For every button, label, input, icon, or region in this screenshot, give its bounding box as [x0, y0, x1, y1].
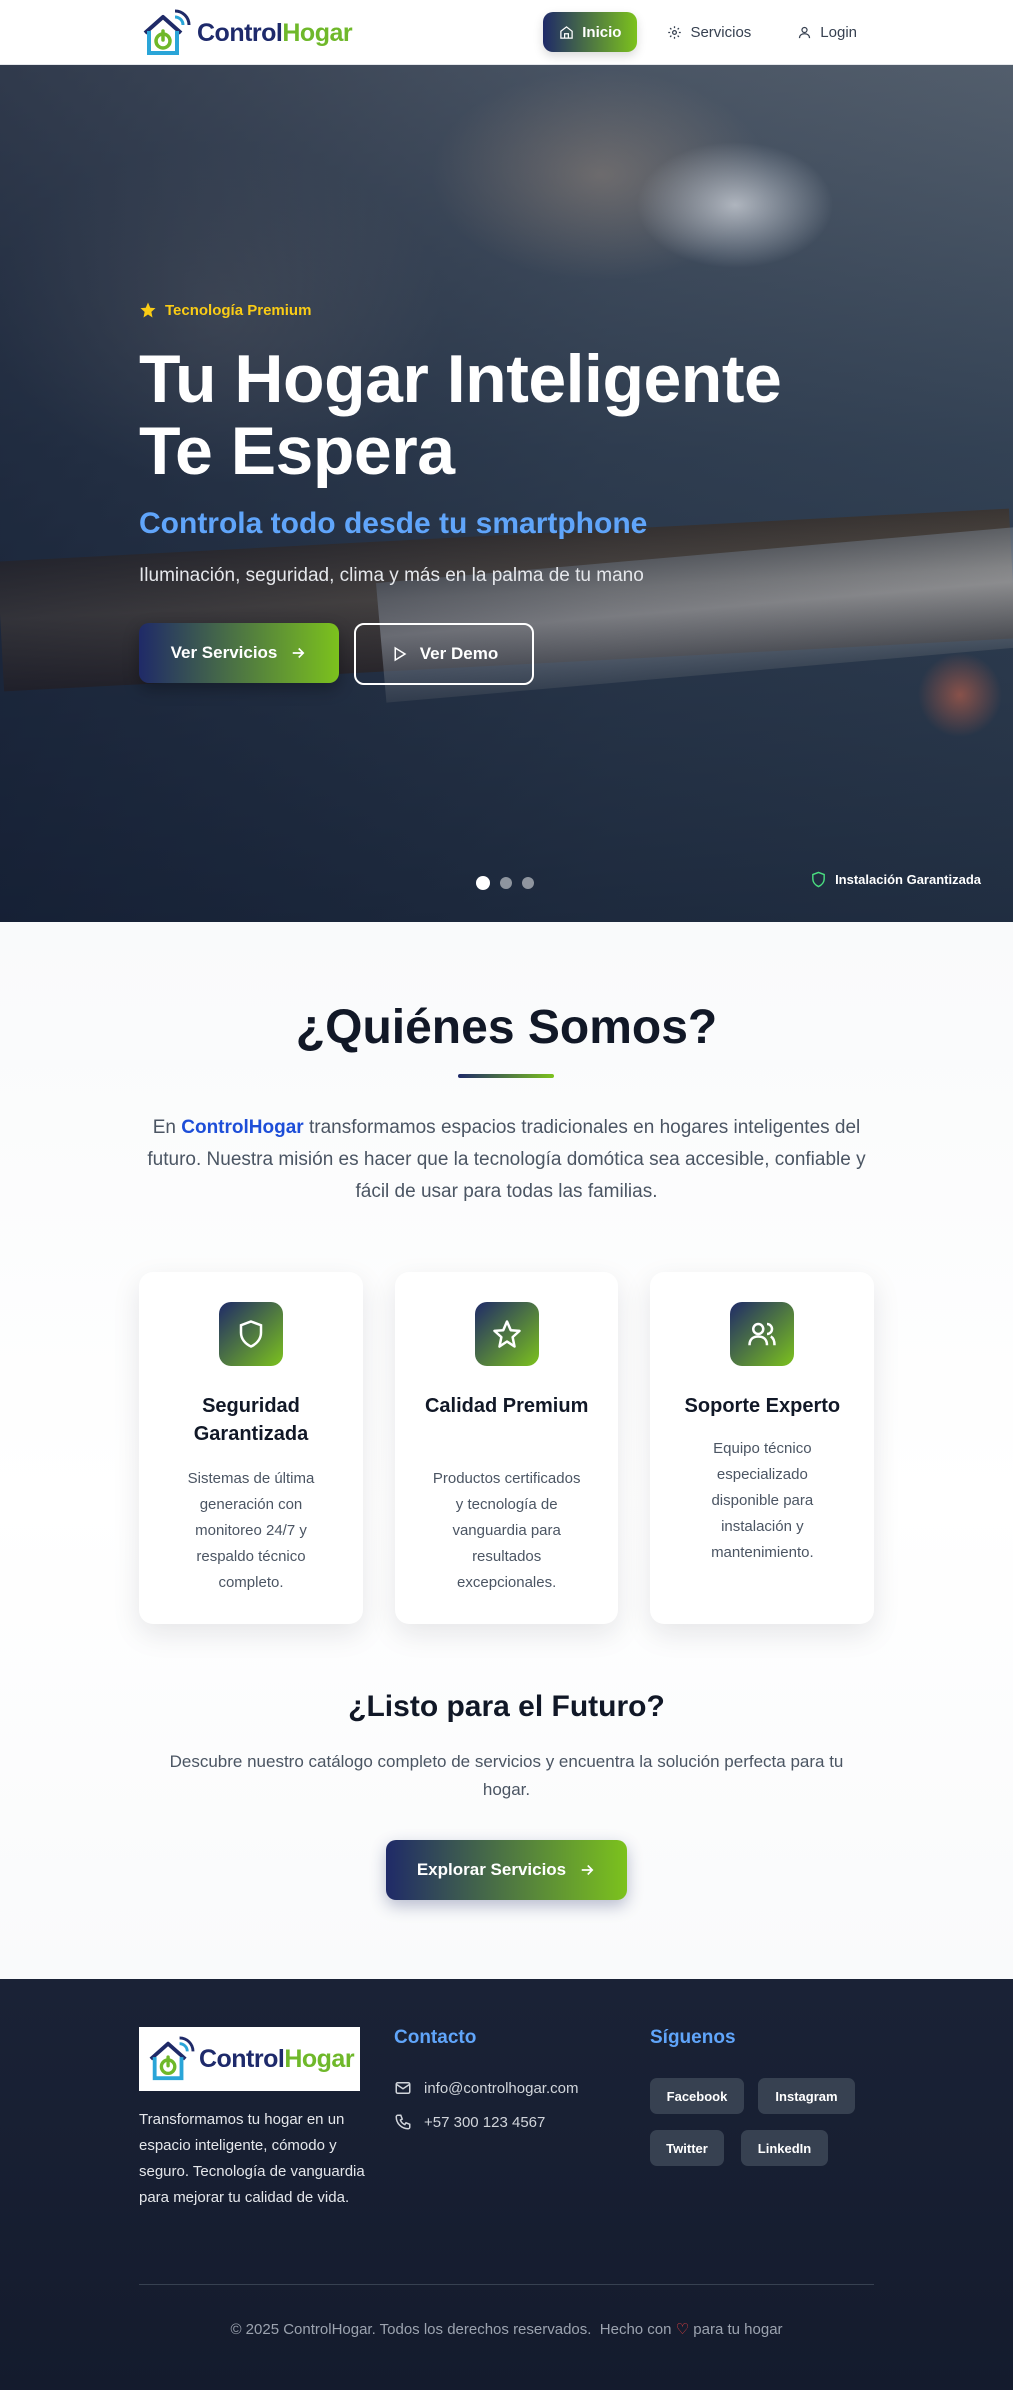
feature-card-support: Soporte Experto Equipo técnico especiali…: [650, 1272, 875, 1624]
footer-logo[interactable]: ControlHogar: [139, 2027, 360, 2091]
star-icon: [140, 302, 156, 318]
social-twitter-button[interactable]: Twitter: [650, 2130, 724, 2166]
shield-icon: [239, 1320, 263, 1348]
nav-link-inicio[interactable]: Inicio: [543, 12, 638, 52]
about-text: En ControlHogar transformamos espacios t…: [139, 1112, 874, 1208]
hero-section: Tecnología Premium Tu Hogar Inteligente …: [0, 65, 1013, 922]
users-icon: [748, 1322, 777, 1346]
button-label: Explorar Servicios: [416, 1860, 567, 1879]
nav-link-label: Inicio: [582, 23, 622, 41]
card-title: Soporte Experto: [684, 1395, 841, 1417]
heart-icon: ♡: [675, 2321, 690, 2338]
nav-link-login[interactable]: Login: [781, 12, 873, 52]
footer-divider: [139, 2284, 874, 2285]
contact-phone[interactable]: +57 300 123 4567: [394, 2113, 545, 2131]
nav-links: Inicio Servicios Login: [543, 12, 873, 52]
user-icon: [799, 26, 811, 38]
carousel-dot-1[interactable]: [476, 876, 490, 890]
social-linkedin-button[interactable]: LinkedIn: [741, 2130, 828, 2166]
social-instagram-button[interactable]: Instagram: [758, 2078, 855, 2114]
title-underline: [458, 1074, 554, 1078]
brand-name: ControlHogar: [198, 2044, 355, 2073]
hero-description: Iluminación, seguridad, clima y más en l…: [139, 565, 644, 586]
premium-badge: Tecnología Premium: [139, 301, 311, 319]
email-text: info@controlhogar.com: [424, 2079, 579, 2097]
nav-link-servicios[interactable]: Servicios: [651, 12, 767, 52]
phone-icon: [395, 2114, 411, 2130]
card-icon-badge: [730, 1302, 795, 1366]
made-with-text: Hecho con: [599, 2321, 672, 2338]
nav-link-label: Servicios: [690, 23, 752, 41]
card-icon-badge: [219, 1302, 283, 1366]
footer-copyright: © 2025 ControlHogar. Todos los derechos …: [0, 2320, 1013, 2338]
about-brand: ControlHogar: [181, 1117, 304, 1138]
carousel-dot-3[interactable]: [522, 877, 534, 889]
card-description: Equipo técnico especializado disponible …: [711, 1440, 814, 1561]
copyright-text: © 2025 ControlHogar. Todos los derechos …: [230, 2321, 592, 2338]
about-title: ¿Quiénes Somos?: [295, 1001, 718, 1054]
about-text-prefix: En: [152, 1117, 182, 1138]
explorar-servicios-button[interactable]: Explorar Servicios: [386, 1840, 627, 1900]
contact-email[interactable]: info@controlhogar.com: [394, 2079, 578, 2097]
card-title: Seguridad Garantizada: [193, 1395, 309, 1445]
smart-home-logo-icon: [149, 2036, 195, 2081]
card-description: Productos certificados y tecnología de v…: [432, 1470, 581, 1591]
about-section: ¿Quiénes Somos? En ControlHogar transfor…: [0, 922, 1013, 1979]
feature-card-security: Seguridad Garantizada Sistemas de última…: [139, 1272, 363, 1624]
arrow-right-icon: [293, 647, 305, 659]
hero-subtitle: Controla todo desde tu smartphone: [139, 507, 648, 540]
gear-icon: [668, 25, 682, 39]
smart-home-logo-icon: [143, 9, 191, 55]
mail-icon: [395, 2082, 411, 2094]
shield-icon: [812, 871, 825, 888]
guarantee-label: Instalación Garantizada: [835, 872, 981, 887]
social-facebook-button[interactable]: Facebook: [650, 2078, 744, 2114]
hero-title: Tu Hogar Inteligente Te Espera: [139, 343, 899, 487]
button-label: Ver Servicios: [170, 643, 278, 662]
footer-about: Transformamos tu hogar en un espacio int…: [139, 2111, 365, 2206]
hero-title-line2: Te Espera: [139, 413, 455, 489]
play-icon: [394, 646, 407, 662]
cta-text: Descubre nuestro catálogo completo de se…: [169, 1752, 844, 1799]
brand-logo[interactable]: ControlHogar: [139, 8, 353, 58]
badge-label: Tecnología Premium: [165, 301, 312, 319]
social-heading: Síguenos: [650, 2027, 736, 2048]
footer: ControlHogar Transformamos tu hogar en u…: [0, 1979, 1013, 2390]
cta-title: ¿Listo para el Futuro?: [348, 1690, 665, 1723]
star-icon: [492, 1320, 521, 1348]
arrow-right-icon: [581, 1864, 594, 1876]
carousel-dots: [476, 876, 534, 890]
carousel-dot-2[interactable]: [500, 877, 512, 889]
phone-text: +57 300 123 4567: [424, 2113, 546, 2131]
contact-heading: Contacto: [394, 2027, 477, 2048]
home-icon: [560, 25, 574, 39]
card-title: Calidad Premium: [424, 1395, 589, 1417]
feature-cards: Seguridad Garantizada Sistemas de última…: [139, 1272, 875, 1624]
feature-card-quality: Calidad Premium Productos certificados y…: [394, 1272, 619, 1624]
nav-link-label: Login: [820, 23, 857, 41]
navbar: ControlHogar Inicio Servicios Login: [0, 0, 1013, 65]
made-for-text: para tu hogar: [693, 2321, 783, 2338]
card-icon-badge: [474, 1302, 539, 1366]
button-label: Ver Demo: [419, 644, 499, 663]
ver-servicios-button[interactable]: Ver Servicios: [139, 623, 339, 683]
hero-overlay: [0, 65, 1013, 922]
brand-name: ControlHogar: [197, 18, 353, 47]
installation-guarantee: Instalación Garantizada: [810, 871, 981, 888]
hero-title-line1: Tu Hogar Inteligente: [139, 341, 782, 417]
card-description: Sistemas de última generación con monito…: [187, 1470, 315, 1591]
ver-demo-button[interactable]: Ver Demo: [354, 623, 534, 685]
